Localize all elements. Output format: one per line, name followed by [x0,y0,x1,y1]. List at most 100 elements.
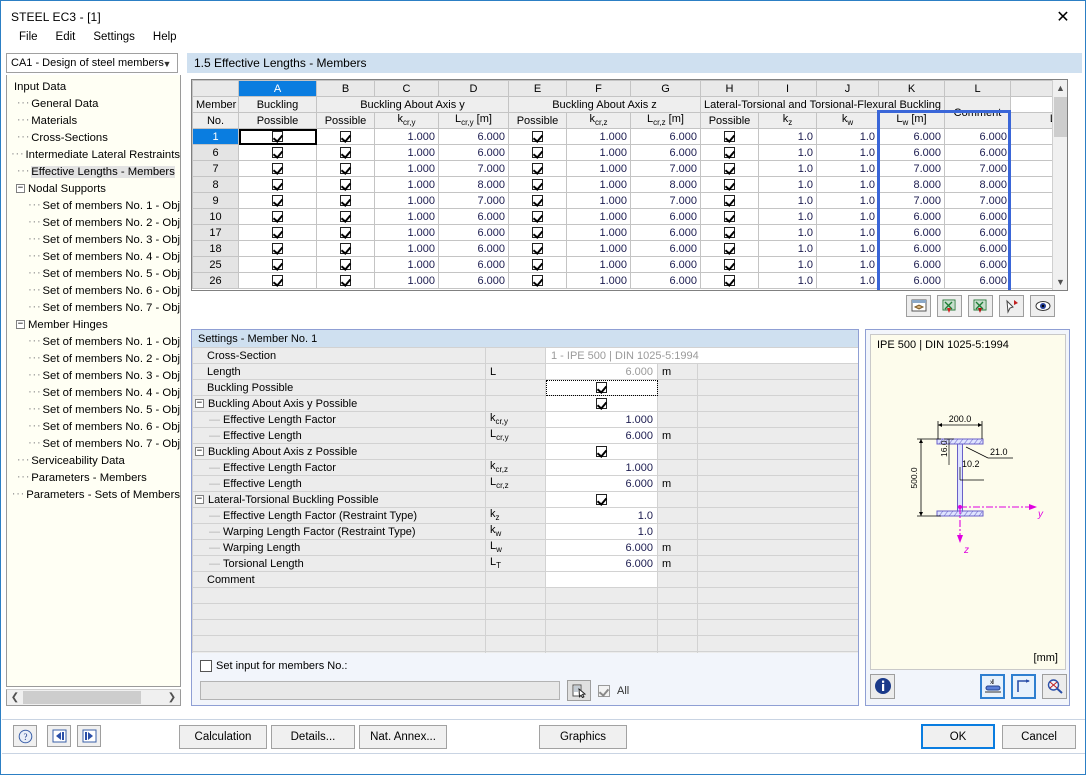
cell-y-possible[interactable] [317,209,375,225]
column-header-J[interactable]: J [817,81,879,97]
table-row[interactable]: 71.0007.0001.0007.0001.01.07.0007.000 [193,161,1069,177]
settings-value[interactable]: 1.0 [546,508,658,524]
section-properties-icon[interactable]: x [980,674,1005,699]
checkbox-icon[interactable] [724,163,735,174]
cell-lt-possible[interactable] [701,273,759,289]
cell-lcrz[interactable]: 6.000 [631,273,701,289]
cell-y-possible[interactable] [317,161,375,177]
export-excel-icon[interactable] [968,295,993,317]
tree-item-6[interactable]: ···Set of members No. 1 - Obj [10,197,180,214]
tree-item-14[interactable]: ···Set of members No. 1 - Obj [10,333,180,350]
cell-lt-possible[interactable] [701,193,759,209]
cell-buckling-possible[interactable] [239,161,317,177]
cell-kcry[interactable]: 1.000 [375,209,439,225]
row-header-member-no[interactable]: 10 [193,209,239,225]
cell-lt[interactable]: 7.000 [945,193,1011,209]
cell-lw[interactable]: 6.000 [879,241,945,257]
cell-lcry[interactable]: 6.000 [439,129,509,145]
settings-row[interactable]: —Effective Length Factor (Restraint Type… [193,508,859,524]
tree-item-10[interactable]: ···Set of members No. 5 - Obj [10,265,180,282]
all-checkbox[interactable] [598,685,610,697]
scroll-left-icon[interactable]: ❮ [7,690,23,705]
settings-value[interactable]: 6.000 [546,556,658,572]
view-mode-icon[interactable] [1030,295,1055,317]
checkbox-icon[interactable] [724,195,735,206]
tree-item-8[interactable]: ···Set of members No. 3 - Obj [10,231,180,248]
cell-kcry[interactable]: 1.000 [375,161,439,177]
cell-buckling-possible[interactable] [239,177,317,193]
column-header-K[interactable]: K [879,81,945,97]
column-header-I[interactable]: I [759,81,817,97]
menu-item-edit[interactable]: Edit [47,28,85,46]
cell-kcrz[interactable]: 1.000 [567,177,631,193]
cell-lcry[interactable]: 8.000 [439,177,509,193]
cell-lw[interactable]: 6.000 [879,129,945,145]
checkbox-icon[interactable] [532,211,543,222]
cell-kcry[interactable]: 1.000 [375,129,439,145]
cell-lcrz[interactable]: 6.000 [631,209,701,225]
checkbox-icon[interactable] [596,446,607,457]
checkbox-icon[interactable] [532,227,543,238]
cell-z-possible[interactable] [509,161,567,177]
checkbox-icon[interactable] [724,131,735,142]
effective-lengths-table-wrapper[interactable]: ABCDEFGHIJKLMMemberBucklingBuckling Abou… [191,79,1068,291]
tree-expander-icon[interactable]: − [16,184,25,193]
checkbox-icon[interactable] [532,195,543,206]
checkbox-icon[interactable] [532,259,543,270]
details-button[interactable]: Details... [271,725,355,749]
cell-lt[interactable]: 6.000 [945,225,1011,241]
cell-lcry[interactable]: 6.000 [439,225,509,241]
help-icon[interactable]: ? [13,725,37,747]
cell-lcry[interactable]: 6.000 [439,241,509,257]
checkbox-icon[interactable] [340,147,351,158]
cell-kcry[interactable]: 1.000 [375,225,439,241]
settings-value[interactable]: 1.000 [546,460,658,476]
cell-lt-possible[interactable] [701,225,759,241]
settings-row[interactable]: −Lateral-Torsional Buckling Possible [193,492,859,508]
cell-kw[interactable]: 1.0 [817,241,879,257]
cell-kz[interactable]: 1.0 [759,177,817,193]
cell-kz[interactable]: 1.0 [759,161,817,177]
settings-checkbox-cell[interactable] [546,492,658,508]
menu-item-help[interactable]: Help [144,28,186,46]
cell-lcrz[interactable]: 6.000 [631,225,701,241]
checkbox-icon[interactable] [340,275,351,286]
settings-value[interactable]: 1.000 [546,412,658,428]
tree-item-18[interactable]: ···Set of members No. 5 - Obj [10,401,180,418]
cell-kcry[interactable]: 1.000 [375,257,439,273]
cell-lw[interactable]: 6.000 [879,257,945,273]
row-header-member-no[interactable]: 26 [193,273,239,289]
cell-kz[interactable]: 1.0 [759,145,817,161]
cell-kz[interactable]: 1.0 [759,209,817,225]
cell-lt[interactable]: 6.000 [945,129,1011,145]
checkbox-icon[interactable] [596,398,607,409]
cell-z-possible[interactable] [509,193,567,209]
menu-item-file[interactable]: File [10,28,47,46]
checkbox-icon[interactable] [340,227,351,238]
column-header-L[interactable]: L [945,81,1011,97]
cell-lt[interactable]: 6.000 [945,257,1011,273]
scroll-down-icon[interactable]: ▼ [1053,274,1068,290]
checkbox-icon[interactable] [272,195,283,206]
cell-kw[interactable]: 1.0 [817,145,879,161]
cell-kcrz[interactable]: 1.000 [567,209,631,225]
table-row[interactable]: 171.0006.0001.0006.0001.01.06.0006.000 [193,225,1069,241]
cell-kcry[interactable]: 1.000 [375,273,439,289]
cell-kw[interactable]: 1.0 [817,129,879,145]
cell-lcry[interactable]: 6.000 [439,257,509,273]
tree-expander-icon[interactable]: − [16,320,25,329]
cell-kz[interactable]: 1.0 [759,225,817,241]
table-row[interactable]: 101.0006.0001.0006.0001.01.06.0006.000 [193,209,1069,225]
ok-button[interactable]: OK [921,724,995,749]
cell-buckling-possible[interactable] [239,225,317,241]
tree-item-0[interactable]: ···General Data [10,95,180,112]
table-row[interactable]: 91.0007.0001.0007.0001.01.07.0007.000 [193,193,1069,209]
checkbox-icon[interactable] [724,211,735,222]
cell-z-possible[interactable] [509,209,567,225]
checkbox-icon[interactable] [272,275,283,286]
row-header-member-no[interactable]: 1 [193,129,239,145]
cell-lcrz[interactable]: 6.000 [631,145,701,161]
settings-row[interactable]: LengthL6.000m [193,364,859,380]
cell-kw[interactable]: 1.0 [817,161,879,177]
row-header-member-no[interactable]: 8 [193,177,239,193]
